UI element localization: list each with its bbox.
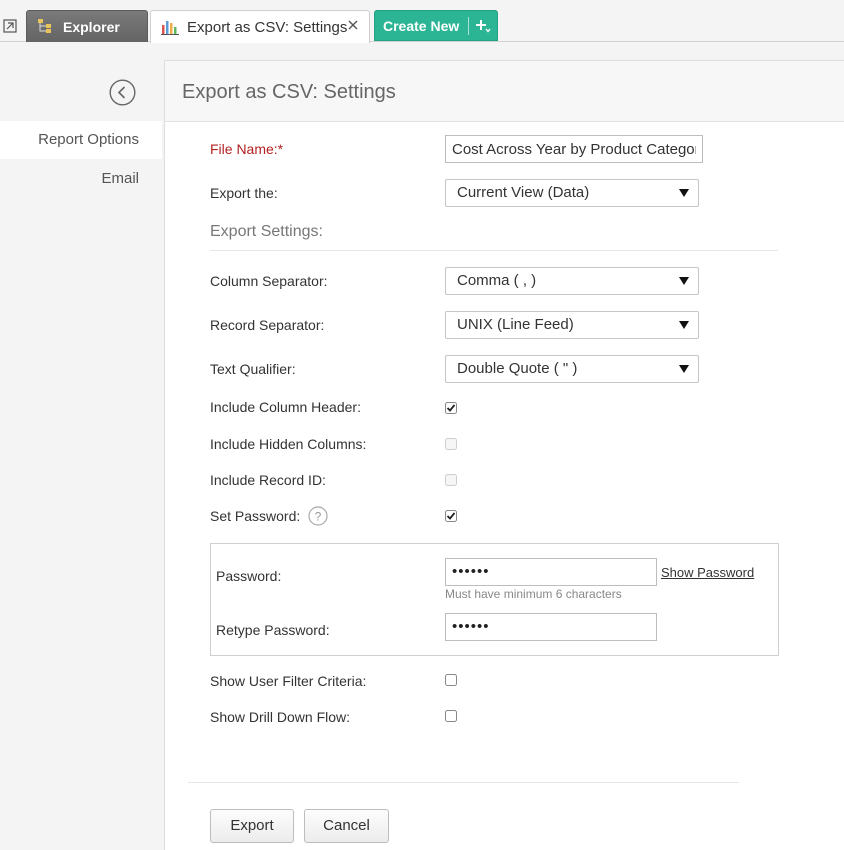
file-name-label: File Name:* bbox=[210, 141, 284, 157]
include-column-header-label: Include Column Header: bbox=[210, 399, 361, 415]
include-record-id-label: Include Record ID: bbox=[210, 472, 326, 488]
create-new-button[interactable]: Create New bbox=[374, 10, 498, 41]
column-separator-value: Comma ( , ) bbox=[457, 272, 537, 289]
show-password-link[interactable]: Show Password bbox=[661, 565, 754, 580]
chevron-down-icon bbox=[679, 277, 689, 285]
chevron-down-icon bbox=[679, 189, 689, 197]
password-input[interactable]: •••••• bbox=[445, 558, 657, 586]
retype-password-input[interactable]: •••••• bbox=[445, 613, 657, 641]
record-separator-label: Record Separator: bbox=[210, 317, 325, 333]
sidebar-item-report-options[interactable]: Report Options bbox=[0, 121, 162, 159]
tab-export-settings-label: Export as CSV: Settings bbox=[187, 19, 348, 36]
include-hidden-columns-checkbox[interactable] bbox=[445, 438, 457, 450]
add-icon bbox=[476, 20, 491, 33]
export-the-select[interactable]: Current View (Data) bbox=[445, 179, 699, 207]
export-the-value: Current View (Data) bbox=[457, 184, 590, 201]
svg-text:?: ? bbox=[315, 510, 322, 524]
tab-export-settings[interactable]: Export as CSV: Settings bbox=[150, 10, 370, 43]
section-divider bbox=[210, 250, 778, 251]
text-qualifier-select[interactable]: Double Quote ( " ) bbox=[445, 355, 699, 383]
tab-bar: Explorer Export as CSV: Settings Create … bbox=[0, 0, 844, 43]
chevron-down-icon bbox=[679, 321, 689, 329]
show-user-filter-label: Show User Filter Criteria: bbox=[210, 673, 367, 689]
set-password-label: Set Password: bbox=[210, 508, 301, 524]
record-separator-value: UNIX (Line Feed) bbox=[457, 316, 574, 333]
settings-panel: Export as CSV: Settings File Name:* Expo… bbox=[164, 60, 844, 850]
export-the-label: Export the: bbox=[210, 185, 278, 201]
help-icon[interactable]: ? bbox=[308, 506, 328, 526]
show-drill-down-label: Show Drill Down Flow: bbox=[210, 709, 351, 725]
retype-password-label: Retype Password: bbox=[216, 622, 330, 638]
file-name-input[interactable] bbox=[445, 135, 703, 163]
cancel-button[interactable]: Cancel bbox=[304, 809, 389, 843]
set-password-checkbox[interactable] bbox=[445, 510, 457, 522]
password-hint: Must have minimum 6 characters bbox=[445, 587, 622, 601]
export-button[interactable]: Export bbox=[210, 809, 294, 843]
text-qualifier-value: Double Quote ( " ) bbox=[457, 360, 578, 377]
page-title: Export as CSV: Settings bbox=[182, 81, 396, 103]
panel-header: Export as CSV: Settings bbox=[165, 61, 844, 122]
create-new-label: Create New bbox=[383, 18, 460, 34]
column-separator-select[interactable]: Comma ( , ) bbox=[445, 267, 699, 295]
explorer-icon bbox=[38, 19, 51, 33]
sidebar-item-email[interactable]: Email bbox=[0, 160, 162, 198]
column-separator-label: Column Separator: bbox=[210, 273, 328, 289]
chevron-down-icon bbox=[679, 365, 689, 373]
create-new-divider bbox=[468, 17, 469, 35]
show-drill-down-checkbox[interactable] bbox=[445, 710, 457, 722]
tab-explorer[interactable]: Explorer bbox=[26, 10, 148, 42]
footer-divider bbox=[188, 782, 739, 783]
password-label: Password: bbox=[216, 568, 282, 584]
include-record-id-checkbox[interactable] bbox=[445, 474, 457, 486]
include-hidden-columns-label: Include Hidden Columns: bbox=[210, 436, 367, 452]
record-separator-select[interactable]: UNIX (Line Feed) bbox=[445, 311, 699, 339]
report-chart-icon bbox=[161, 21, 179, 35]
restore-icon[interactable] bbox=[3, 19, 17, 33]
password-box: Password: •••••• Show Password Must have… bbox=[210, 543, 779, 656]
show-user-filter-checkbox[interactable] bbox=[445, 674, 457, 686]
sidebar: Report Options Email bbox=[0, 43, 164, 850]
text-qualifier-label: Text Qualifier: bbox=[210, 361, 296, 377]
close-icon[interactable] bbox=[347, 19, 359, 31]
tab-explorer-label: Explorer bbox=[63, 19, 120, 35]
include-column-header-checkbox[interactable] bbox=[445, 402, 457, 414]
back-icon[interactable] bbox=[109, 79, 136, 106]
export-settings-heading: Export Settings: bbox=[210, 223, 323, 240]
